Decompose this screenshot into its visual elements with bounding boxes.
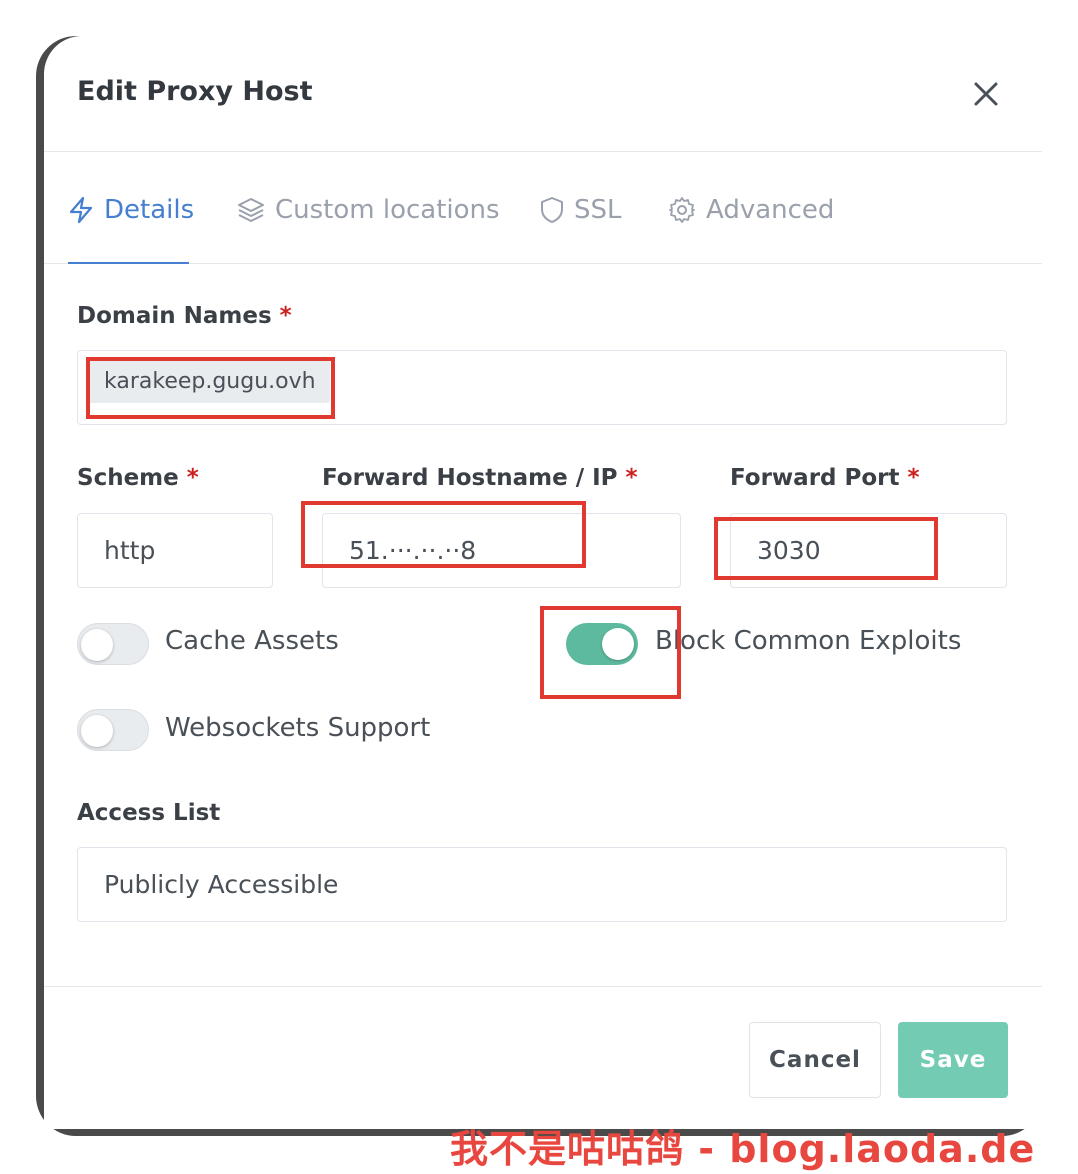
save-button[interactable]: Save — [898, 1022, 1008, 1098]
block-exploits-label: Block Common Exploits — [655, 626, 962, 656]
highlight-domain — [86, 357, 335, 419]
modal-header: Edit Proxy Host — [44, 36, 1042, 152]
forward-hostname-label: Forward Hostname / IP * — [322, 465, 638, 491]
gear-icon — [669, 197, 695, 223]
websockets-toggle[interactable] — [77, 709, 149, 751]
cancel-button[interactable]: Cancel — [749, 1022, 881, 1098]
watermark: 我不是咕咕鸽 - blog.laoda.de — [450, 1127, 1036, 1171]
highlight-port — [714, 517, 938, 580]
shield-icon — [541, 197, 563, 223]
tab-details[interactable]: Details — [68, 192, 194, 228]
active-tab-indicator — [68, 262, 189, 264]
tab-custom-locations[interactable]: Custom locations — [237, 192, 500, 228]
toggle-knob — [81, 629, 113, 661]
modal-footer: Cancel Save — [44, 986, 1042, 1129]
scheme-label: Scheme * — [77, 465, 199, 491]
highlight-hostname — [301, 501, 586, 568]
highlight-block-exploits — [540, 606, 681, 699]
tab-label: Details — [104, 195, 195, 225]
tab-advanced[interactable]: Advanced — [668, 192, 834, 228]
bolt-icon — [69, 196, 93, 224]
access-list-select[interactable]: Publicly Accessible — [77, 847, 1007, 922]
toggle-knob — [81, 715, 113, 747]
tab-label: SSL — [574, 195, 622, 225]
websockets-label: Websockets Support — [165, 713, 431, 743]
tab-label: Advanced — [706, 195, 835, 225]
domain-names-label: Domain Names * — [77, 303, 292, 329]
tab-label: Custom locations — [275, 195, 500, 225]
edit-proxy-host-dialog: Edit Proxy Host Details Custom locations — [44, 36, 1042, 1129]
close-button[interactable] — [968, 76, 1004, 112]
close-icon — [974, 82, 998, 106]
scheme-input[interactable]: http — [77, 513, 273, 588]
forward-port-label: Forward Port * — [730, 465, 920, 491]
cache-assets-toggle[interactable] — [77, 623, 149, 665]
tab-bar: Details Custom locations SSL Advanced — [44, 152, 1042, 264]
modal-title: Edit Proxy Host — [77, 76, 313, 107]
layers-icon — [238, 198, 264, 222]
access-list-label: Access List — [77, 800, 221, 826]
tab-ssl[interactable]: SSL — [540, 192, 622, 228]
cache-assets-label: Cache Assets — [165, 626, 339, 656]
